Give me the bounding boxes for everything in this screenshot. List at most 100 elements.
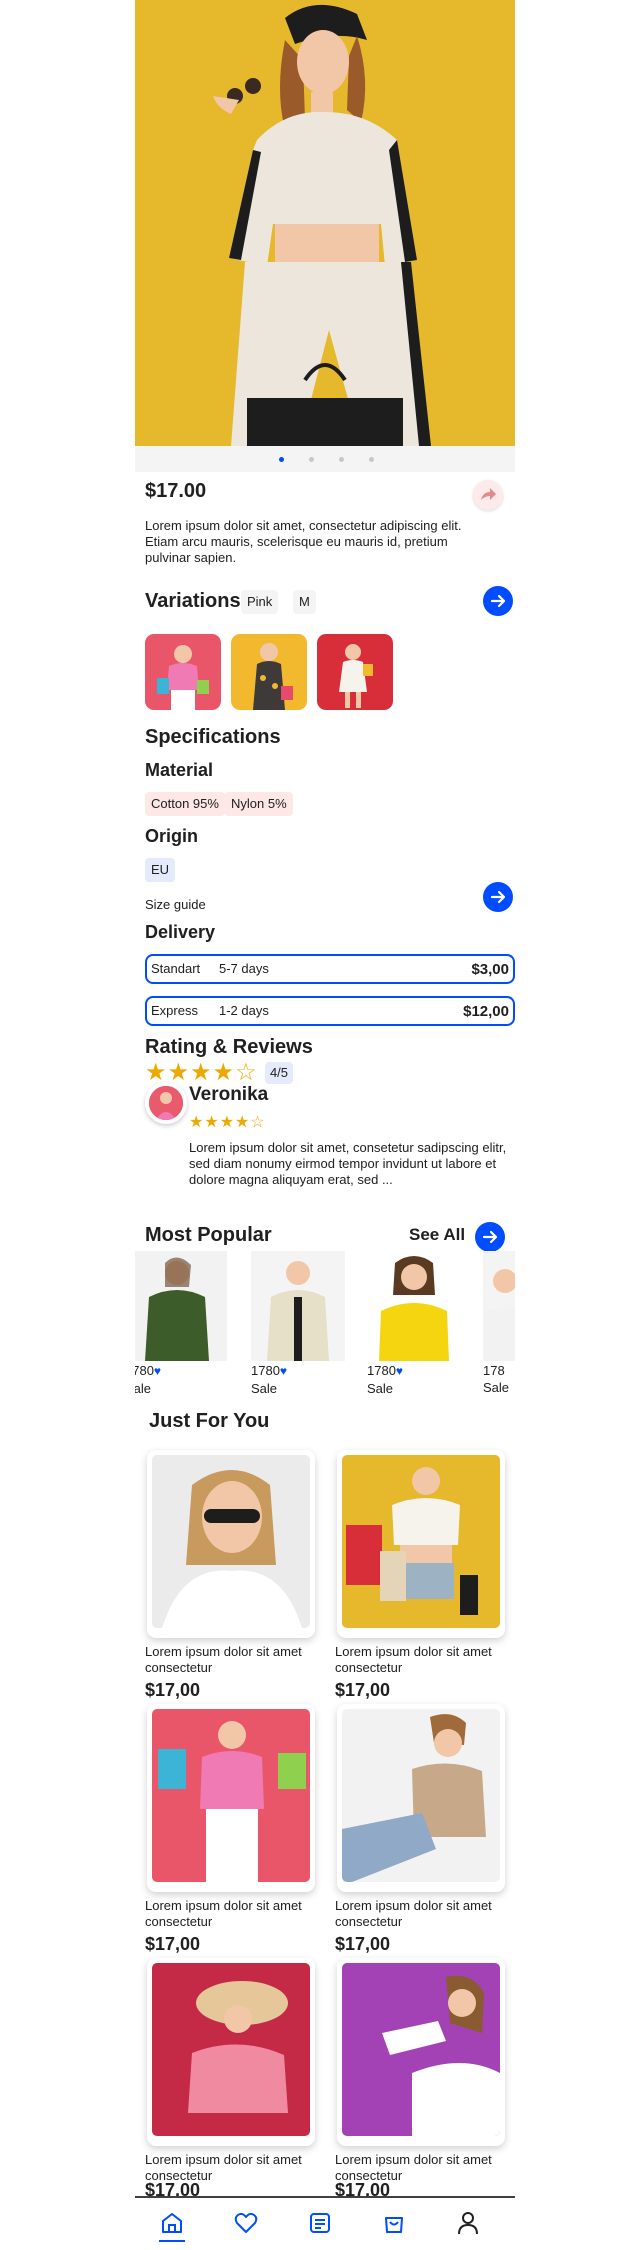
just-for-you-title: Just For You	[149, 1410, 270, 1432]
nav-cart[interactable]	[379, 2208, 409, 2238]
variation-chip-size[interactable]: M	[293, 590, 316, 614]
carousel-dots	[135, 446, 515, 472]
delivery-option-name: Standart	[151, 961, 201, 976]
delivery-option-name: Express	[151, 1003, 198, 1018]
hero-photo	[135, 0, 515, 446]
variation-image	[145, 634, 221, 710]
specifications-title: Specifications	[145, 726, 281, 748]
heart-icon: ♥	[279, 1364, 288, 1378]
reviewer-name: Veronika	[189, 1084, 269, 1105]
product-card-desc: Lorem ipsum dolor sit amet consectetur	[145, 1644, 302, 1675]
popular-item-meta: 1780♥ Sale	[367, 1362, 403, 1397]
variation-image	[317, 634, 393, 710]
nav-categories[interactable]	[305, 2208, 335, 2238]
profile-icon	[458, 2212, 478, 2235]
variation-chip-color[interactable]: Pink	[241, 590, 279, 614]
size-guide-arrow-button[interactable]	[483, 882, 513, 912]
see-all-arrow-button[interactable]	[475, 1222, 505, 1252]
delivery-option-days: 1-2 days	[219, 1003, 269, 1018]
variations-title: Variations	[145, 590, 241, 612]
heart-icon: ♥	[395, 1364, 404, 1378]
rating-score: 4/5	[265, 1062, 293, 1084]
product-card[interactable]	[337, 1450, 505, 1638]
review-text: Lorem ipsum dolor sit amet, consetetur s…	[189, 1140, 507, 1187]
size-guide-label[interactable]: Size guide	[145, 897, 206, 912]
share-icon	[481, 488, 496, 500]
heart-icon	[234, 2212, 258, 2233]
popular-item-meta: 1780♥ Sale	[251, 1362, 287, 1397]
carousel-dot[interactable]	[339, 457, 344, 462]
product-card-image	[152, 1963, 310, 2136]
share-button[interactable]	[473, 480, 503, 510]
carousel-dot[interactable]	[369, 457, 374, 462]
delivery-option-days: 5-7 days	[219, 961, 269, 976]
popular-item-image	[483, 1251, 515, 1361]
product-description: Lorem ipsum dolor sit amet, consectetur …	[145, 518, 462, 565]
most-popular-title: Most Popular	[145, 1224, 272, 1246]
popular-item-image	[135, 1251, 227, 1361]
product-card-image	[152, 1709, 310, 1882]
popular-item-likes: 178	[483, 1363, 505, 1378]
product-card[interactable]	[337, 1958, 505, 2146]
popular-item-image	[251, 1251, 345, 1361]
popular-item-likes: 1780	[367, 1363, 396, 1378]
list-icon	[310, 2213, 330, 2233]
variation-thumbnail[interactable]	[317, 634, 393, 710]
arrow-right-icon	[482, 1230, 498, 1244]
product-card[interactable]	[337, 1704, 505, 1892]
product-card-price: $17,00	[335, 1680, 391, 1700]
popular-item-meta: 178 Sale	[483, 1362, 509, 1396]
popular-item-tag: Sale	[251, 1381, 278, 1396]
nav-active-indicator	[159, 2240, 185, 2242]
product-card[interactable]	[147, 1958, 315, 2146]
product-photo	[342, 1455, 500, 1628]
nav-wishlist[interactable]	[231, 2208, 261, 2238]
see-all-link[interactable]: See All	[409, 1225, 465, 1245]
product-card[interactable]	[147, 1450, 315, 1638]
bag-icon	[385, 2217, 403, 2233]
heart-icon: ♥	[153, 1364, 162, 1378]
delivery-option-price: $12,00	[463, 1003, 509, 1020]
variation-thumbnail[interactable]	[231, 634, 307, 710]
material-title: Material	[145, 760, 214, 780]
reviewer-stars: ★★★★☆	[189, 1114, 266, 1131]
product-card-price: $17,00	[335, 1934, 391, 1954]
nav-home[interactable]	[157, 2208, 187, 2238]
popular-item-image	[367, 1251, 461, 1361]
popular-item-tag: Sale	[367, 1381, 394, 1396]
product-photo	[342, 1709, 500, 1882]
popular-item[interactable]	[251, 1251, 345, 1361]
arrow-right-icon	[490, 890, 506, 904]
popular-item-meta: 1780♥ Sale	[135, 1362, 161, 1397]
variation-image	[231, 634, 307, 710]
carousel-dot[interactable]	[309, 457, 314, 462]
nav-profile[interactable]	[453, 2208, 483, 2238]
product-card[interactable]	[147, 1704, 315, 1892]
popular-item-likes: 1780	[135, 1363, 154, 1378]
popular-item[interactable]	[135, 1251, 227, 1361]
material-chip: Nylon 5%	[225, 792, 293, 816]
variation-thumbnail[interactable]	[145, 634, 221, 710]
origin-title: Origin	[145, 826, 198, 846]
product-card-image	[342, 1963, 500, 2136]
delivery-option-standart[interactable]: Standart 5-7 days $3,00	[145, 954, 515, 984]
product-card-desc: Lorem ipsum dolor sit amet consectetur	[335, 1644, 492, 1675]
delivery-option-express[interactable]: Express 1-2 days $12,00	[145, 996, 515, 1026]
popular-item-likes: 1780	[251, 1363, 280, 1378]
product-hero-image[interactable]	[135, 0, 515, 446]
bottom-navigation	[135, 2196, 515, 2250]
reviews-title: Rating & Reviews	[145, 1036, 313, 1058]
product-card-image	[342, 1709, 500, 1882]
product-price: $17.00	[145, 480, 207, 502]
product-card-image	[152, 1455, 310, 1628]
origin-chip: EU	[145, 858, 176, 882]
product-photo	[152, 1455, 310, 1628]
carousel-dot[interactable]	[279, 457, 284, 462]
popular-item[interactable]	[483, 1251, 515, 1361]
popular-item[interactable]	[367, 1251, 461, 1361]
popular-item-tag: Sale	[483, 1380, 510, 1395]
variations-arrow-button[interactable]	[483, 586, 513, 616]
product-card-image	[342, 1455, 500, 1628]
delivery-title: Delivery	[145, 922, 216, 942]
arrow-right-icon	[490, 594, 506, 608]
